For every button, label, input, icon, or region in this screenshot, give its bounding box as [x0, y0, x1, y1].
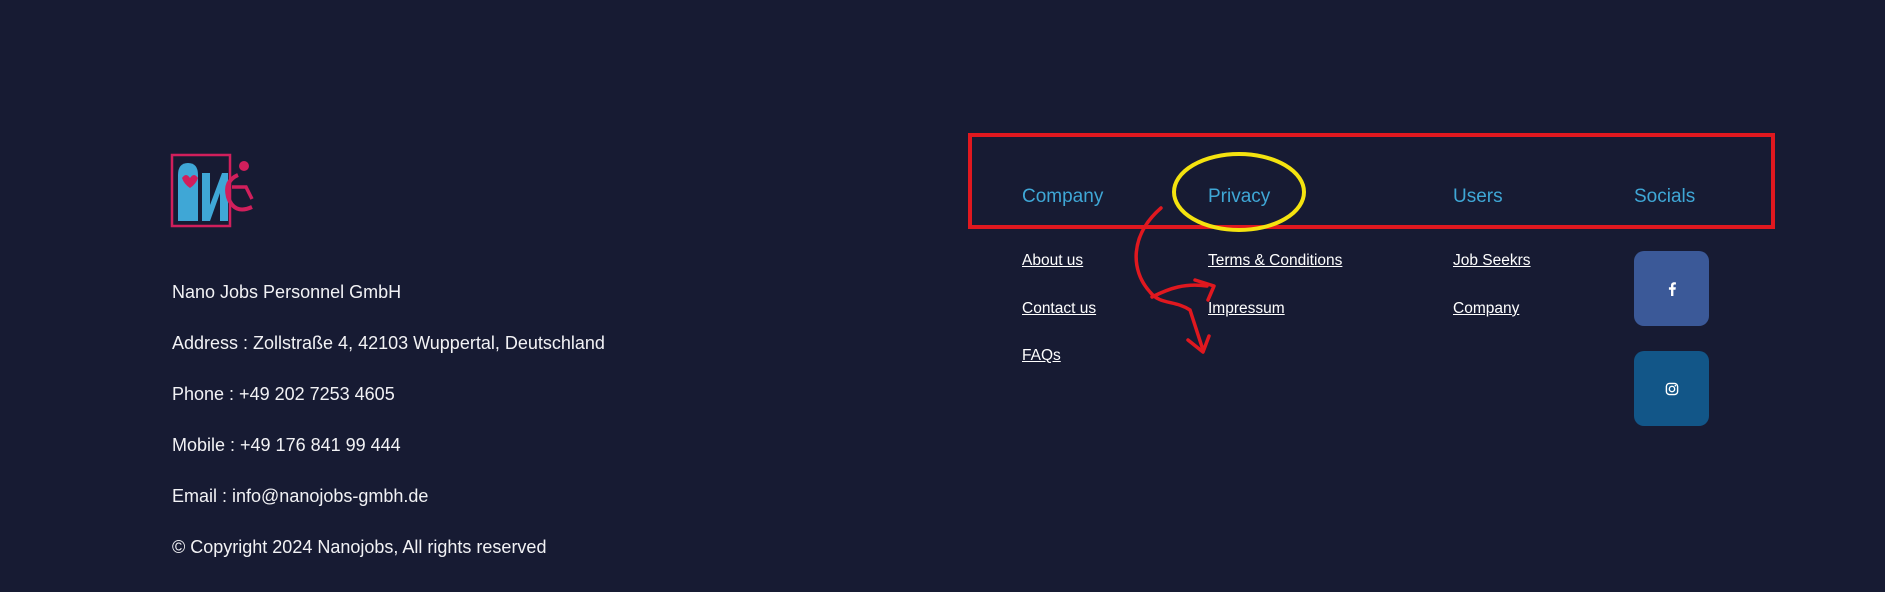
terms-conditions-link[interactable]: Terms & Conditions [1208, 252, 1342, 270]
faqs-link[interactable]: FAQs [1022, 347, 1061, 365]
copyright-text: © Copyright 2024 Nanojobs, All rights re… [172, 537, 547, 557]
red-arrow-line [1134, 206, 1205, 352]
facebook-button[interactable] [1634, 251, 1709, 326]
facebook-icon [1668, 281, 1676, 296]
phone-text: Phone : +49 202 7253 4605 [172, 384, 395, 404]
red-arrow-branch [1150, 283, 1209, 299]
about-us-link[interactable]: About us [1022, 252, 1083, 270]
red-highlight-box [968, 133, 1775, 229]
email-text: Email : info@nanojobs-gmbh.de [172, 486, 429, 506]
users-company-link[interactable]: Company [1453, 300, 1519, 318]
company-name: Nano Jobs Personnel GmbH [172, 282, 402, 302]
red-arrowhead-down [1186, 334, 1211, 354]
red-arrowhead-right [1193, 278, 1216, 302]
job-seekers-link[interactable]: Job Seekrs [1453, 252, 1531, 270]
address-text: Address : Zollstraße 4, 42103 Wuppertal,… [172, 333, 605, 353]
socials-heading: Socials [1634, 186, 1696, 207]
company-heading: Company [1022, 186, 1104, 207]
nano-jobs-logo[interactable] [170, 153, 254, 230]
privacy-heading: Privacy [1208, 186, 1271, 207]
impressum-link[interactable]: Impressum [1208, 300, 1285, 318]
instagram-button[interactable] [1634, 351, 1709, 426]
users-heading: Users [1453, 186, 1503, 207]
instagram-icon [1665, 382, 1678, 395]
contact-us-link[interactable]: Contact us [1022, 300, 1096, 318]
mobile-text: Mobile : +49 176 841 99 444 [172, 435, 401, 455]
logo-icon [170, 153, 254, 228]
